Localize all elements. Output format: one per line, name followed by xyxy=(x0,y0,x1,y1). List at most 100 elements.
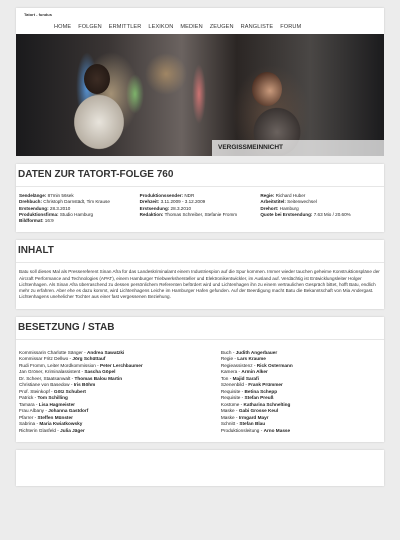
crew-name-link[interactable]: Stefan Preuß xyxy=(245,395,274,400)
cast-name-link[interactable]: Götz Schubert xyxy=(54,389,86,394)
data-label: Quote bei Erstsendung: xyxy=(260,211,313,217)
background-light xyxy=(192,64,206,124)
cast-row: Richterin Glasfeld - Julia Jäger xyxy=(19,428,221,435)
crew-name-link[interactable]: Gabi Grosse Keul xyxy=(239,408,278,413)
crew-role: Kostüme - xyxy=(220,401,244,407)
crew-role: Buch - xyxy=(220,349,236,355)
crew-role: Ton - xyxy=(220,375,233,381)
crew-role: Szenenbild - xyxy=(220,382,249,387)
plot-section: INHALT Batu soll dieses Mal als Pressere… xyxy=(16,240,384,309)
cast-name-link[interactable]: Maria Kwiatkowsky xyxy=(39,421,82,426)
plot-text: Batu soll dieses Mal als Pressereferent … xyxy=(19,269,380,300)
data-label: Sendelänge: xyxy=(19,193,47,198)
data-value: Richard Huber xyxy=(274,193,306,198)
crew-row: Produktionsleitung - Arno Masse xyxy=(221,428,381,435)
crew-name-link[interactable]: Rick Ostermann xyxy=(257,363,293,368)
data-label: Produktionssender: xyxy=(139,193,184,198)
crew-role: Maske - xyxy=(220,408,239,413)
nav-item-ermittler[interactable]: ERMITTLER xyxy=(109,24,142,30)
episode-data: Sendelänge: 87min 56sek Drehbuch: Christo… xyxy=(16,187,384,232)
crew-role: Produktionsleitung - xyxy=(220,427,264,433)
section-title: INHALT xyxy=(18,245,54,257)
cast-name-link[interactable]: Lisa Hagmeister xyxy=(39,402,75,407)
data-value: Studio Hamburg xyxy=(58,211,94,217)
crew-name-link[interactable]: Armin Alker xyxy=(241,369,267,374)
cast-role: Kommissar Fritz Dellwo - xyxy=(19,356,73,361)
data-label: Redaktion: xyxy=(139,211,164,217)
cast-name-link[interactable]: Andrea Sawatzki xyxy=(87,350,124,355)
cast-name-link[interactable]: Johanna Gastdorf xyxy=(48,408,88,413)
nav-item-home[interactable]: HOME xyxy=(54,24,71,30)
data-row: Quote bei Erstsendung: 7.63 Mio / 20.60% xyxy=(260,212,381,218)
cast-name-link[interactable]: Tom Schilling xyxy=(38,395,68,400)
cast-name-link[interactable]: Sascha Göpel xyxy=(84,369,115,374)
cast-role: Rudi Fromm, Leiter Mordkommission - xyxy=(19,362,101,368)
crew-name-link[interactable]: Irmgard Mayr xyxy=(239,415,269,420)
crew-name-link[interactable]: Katharina Schnelting xyxy=(244,402,291,407)
data-label: Bildformat: xyxy=(19,218,44,224)
data-label: Produktionsfirma: xyxy=(19,211,59,217)
cast-name-link[interactable]: Iris Böhm xyxy=(74,382,96,387)
section-title: BESETZUNG / STAB xyxy=(18,321,115,333)
crew-name-link[interactable]: Judith Angerbauer xyxy=(236,350,278,355)
nav-item-folgen[interactable]: FOLGEN xyxy=(78,24,102,30)
episode-data-section: DATEN ZUR TATORT-FOLGE 760 Sendelänge: 8… xyxy=(16,164,384,233)
data-value: Thomas Schreiber, Stefanie Fromm xyxy=(163,211,238,217)
cast-role: Kommissarin Charlotte Sänger - xyxy=(19,349,87,355)
nav-item-rangliste[interactable]: RANGLISTE xyxy=(241,24,274,30)
data-label: Arbeitstitel: xyxy=(260,199,286,205)
crew-name-link[interactable]: Majid Sarafi xyxy=(233,376,259,381)
crew-role: Requisite - xyxy=(220,395,245,400)
site-logo[interactable]: Tatort - fundus xyxy=(24,12,52,17)
crew-name-link[interactable]: Stefan Blau xyxy=(239,421,265,426)
nav-item-lexikon[interactable]: LEXIKON xyxy=(148,24,173,30)
cast-name-link[interactable]: Thomas Balou Martin xyxy=(75,376,123,381)
crew-role: Regie - xyxy=(220,356,238,361)
cast-role: Sabrina - xyxy=(19,421,40,426)
data-column-2: Produktionssender: NDR Drehzeit: 3.11.200… xyxy=(140,193,261,224)
cast-role: Richterin Glasfeld - xyxy=(19,427,61,433)
data-row: Bildformat: 16:9 xyxy=(19,218,140,224)
cast-name-link[interactable]: Julia Jäger xyxy=(60,428,85,433)
crew-name-link[interactable]: Betina Schepp xyxy=(245,389,278,394)
episode-title-caption: VERGISSMEINNICHT xyxy=(212,140,384,156)
data-label: Regie: xyxy=(260,193,275,198)
crew-role: Requisite - xyxy=(220,388,245,394)
crew-name-link[interactable]: Lars Kraume xyxy=(237,356,266,361)
cast-role: Pfarrer - xyxy=(19,414,38,420)
crew-role: Maske - xyxy=(220,414,239,420)
data-value: 87min 56sek xyxy=(46,193,74,198)
data-label: Drehort: xyxy=(260,205,279,211)
data-label: Drehzeit: xyxy=(139,199,160,205)
crew-role: Regieassistenz - xyxy=(220,362,257,368)
data-value: 28.3.2010 xyxy=(169,205,191,211)
data-value: Christoph Darnstädt, Tim Krause xyxy=(41,199,110,205)
data-value: NDR xyxy=(183,193,195,198)
crew-name-link[interactable]: Arno Masse xyxy=(264,428,291,433)
cast-name-link[interactable]: Steffen Münster xyxy=(38,415,73,420)
cast-role: Tamara - xyxy=(19,401,39,407)
crew-role: Kamera - xyxy=(220,369,242,374)
data-value: Seitenwechsel xyxy=(285,199,317,205)
episode-title: VERGISSMEINNICHT xyxy=(218,144,284,151)
data-label: Erstsendung: xyxy=(139,205,170,211)
data-value: 3.11.2009 - 3.12.2009 xyxy=(159,199,206,205)
data-column-3: Regie: Richard Huber Arbeitstitel: Seiten… xyxy=(260,193,381,224)
cast-name-link[interactable]: Peter Lerchbaumer xyxy=(100,363,143,368)
cast-role: Frau Albany - xyxy=(19,408,49,413)
cast-role: Christiane von Basedow - xyxy=(19,382,74,387)
cast-crew-list: Kommissarin Charlotte Sänger - Andrea Sa… xyxy=(16,340,384,443)
crew-role: Schnitt - xyxy=(220,421,240,426)
cast-name-link[interactable]: Jörg Schüttauf xyxy=(72,356,105,361)
data-value: 28.3.2010 xyxy=(48,205,71,211)
empty-section xyxy=(16,450,384,486)
nav-item-forum[interactable]: FORUM xyxy=(280,24,301,30)
nav-item-medien[interactable]: MEDIEN xyxy=(180,24,202,30)
nav-item-zeugen[interactable]: ZEUGEN xyxy=(210,24,234,30)
woman-head xyxy=(252,72,282,106)
cast-role: Patrick - xyxy=(19,395,38,400)
crew-name-link[interactable]: Frank Prümmer xyxy=(248,382,283,387)
main-nav: HOME FOLGEN ERMITTLER LEXIKON MEDIEN ZEUGEN RA… xyxy=(54,24,301,30)
section-title: DATEN ZUR TATORT-FOLGE 760 xyxy=(18,169,174,180)
cast-role: Prof. Steinkopf - xyxy=(19,388,54,394)
